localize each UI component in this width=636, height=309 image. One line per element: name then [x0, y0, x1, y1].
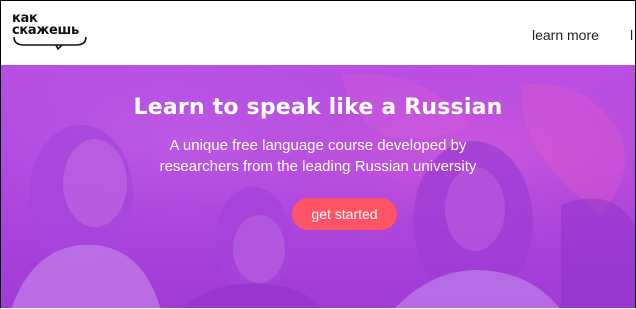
hero-subtitle-line1: A unique free language course developed …: [169, 137, 467, 154]
site-header: как скажешь learn more l: [1, 1, 635, 65]
nav-learn-more[interactable]: learn more: [532, 27, 599, 43]
brand-logo[interactable]: как скажешь: [12, 10, 90, 50]
hero-subtitle-line2: researchers from the leading Russian uni…: [159, 158, 477, 175]
hero-title: Learn to speak like a Russian: [133, 95, 503, 120]
get-started-button[interactable]: get started: [292, 198, 397, 230]
logo-text-line2: скажешь: [12, 23, 79, 38]
page-frame: как скажешь learn more l Learn to speak …: [0, 0, 636, 308]
get-started-label: get started: [311, 206, 378, 222]
nav-item-clipped[interactable]: l: [630, 27, 633, 43]
